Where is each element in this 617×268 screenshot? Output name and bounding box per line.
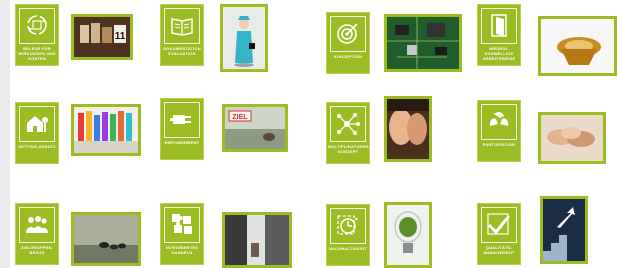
photo-stacked-hands[interactable] xyxy=(538,112,606,164)
photo-children-whispering[interactable] xyxy=(384,96,432,162)
tile-label: DOKUMENTATION EVALUATION xyxy=(163,46,201,56)
tile-niedrigschwellige-arbeitsweise[interactable]: NIEDRIG- SCHWELLIGE ARBEITSWEISE xyxy=(477,4,521,66)
ziel-sign-text: ZIEL xyxy=(232,114,248,121)
tile-dokumentation-evaluation[interactable]: DOKUMENTATION EVALUATION xyxy=(160,4,204,66)
left-sidebar xyxy=(0,0,10,268)
photo-open-window[interactable] xyxy=(222,212,292,268)
tile-label: PARTIZIPATION xyxy=(482,142,516,147)
tile-nachhaltigkeit[interactable]: NACHHALTIGKEIT xyxy=(326,204,370,266)
tile-label: NACHHALTIGKEIT xyxy=(328,246,368,251)
tile-konzeption[interactable]: KONZEPTION xyxy=(326,12,370,74)
book-icon xyxy=(171,18,193,36)
clock-icon xyxy=(337,215,358,235)
photo-colored-pencils[interactable] xyxy=(71,104,141,156)
photo-stairs-arrow[interactable] xyxy=(540,196,588,264)
door-icon xyxy=(491,14,507,37)
puzzle-icon xyxy=(172,214,192,234)
tile-setting-ansatz[interactable]: SETTING-ANSATZ xyxy=(15,102,59,164)
checkmark-icon xyxy=(487,213,511,235)
target-icon xyxy=(337,23,358,44)
photo-golden-toilet[interactable] xyxy=(538,16,617,76)
tile-empowerment[interactable]: EMPOWERMENT xyxy=(160,98,204,160)
photo-lightbulb-plant[interactable] xyxy=(384,202,432,268)
hands-icon xyxy=(489,112,509,126)
plug-icon xyxy=(170,115,191,124)
tile-belege-fuer-wirkungen-und-kosten[interactable]: BELEGE FÜR WIRKUNGEN UND KOSTEN xyxy=(15,4,59,66)
photo-geese[interactable] xyxy=(71,212,141,266)
tile-partizipation[interactable]: PARTIZIPATION xyxy=(477,100,521,162)
tile-integriertes-handeln[interactable]: INTEGRIERTES HANDELN xyxy=(160,203,204,265)
tile-zielgruppenbezug[interactable]: ZIELGRUPPEN- BEZUG xyxy=(15,203,59,265)
tile-qualitaetsmanagement[interactable]: QUALITÄTS- MANAGEMENT xyxy=(477,203,521,265)
house-icon xyxy=(27,116,48,132)
tile-label: SETTING-ANSATZ xyxy=(18,144,56,149)
tile-label: NIEDRIG- SCHWELLIGE ARBEITSWEISE xyxy=(482,46,516,61)
photo-ziel-sign[interactable]: ZIEL xyxy=(222,104,288,152)
people-icon xyxy=(26,216,48,233)
tile-label: EMPOWERMENT xyxy=(164,140,200,145)
photo-circuit-board[interactable] xyxy=(384,14,462,72)
photo-queen-figurine[interactable] xyxy=(220,4,268,72)
tile-label: QUALITÄTS- MANAGEMENT xyxy=(483,245,515,255)
tile-multiplikatoren-konzept[interactable]: MULTIPLIKATOREN- KONZEPT xyxy=(326,102,370,164)
tile-label: BELEGE FÜR WIRKUNGEN UND KOSTEN xyxy=(18,46,56,61)
tile-label: INTEGRIERTES HANDELN xyxy=(166,245,198,255)
cycle-icon xyxy=(27,15,47,35)
network-icon xyxy=(337,113,360,135)
tile-label: MULTIPLIKATOREN- KONZEPT xyxy=(328,144,371,154)
number-sign-text: 11 xyxy=(115,31,126,42)
tile-label: KONZEPTION xyxy=(333,54,363,59)
photo-numbered-hands[interactable]: 11 xyxy=(71,14,133,60)
tile-label: ZIELGRUPPEN- BEZUG xyxy=(20,245,54,255)
